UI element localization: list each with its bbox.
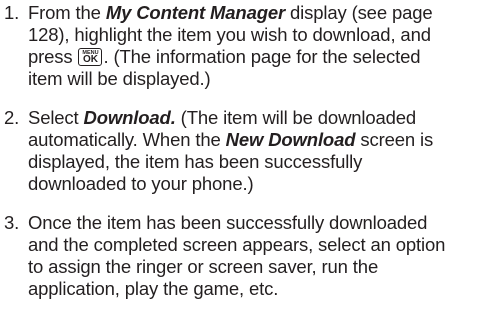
step-line: and the completed screen appears, select… bbox=[28, 234, 446, 255]
text-run: automatically. When the bbox=[28, 129, 226, 150]
step-line: From the My Content Manager display (see… bbox=[28, 2, 490, 24]
option-name-download: Download. bbox=[83, 107, 176, 128]
menu-name-my-content-manager: My Content Manager bbox=[105, 2, 286, 23]
step-line: displayed, the item has been successfull… bbox=[28, 151, 363, 172]
step-line: 128), highlight the item you wish to dow… bbox=[28, 24, 431, 45]
step-line: automatically. When the New Download scr… bbox=[28, 129, 490, 151]
step-number: 2. bbox=[4, 107, 20, 128]
instruction-page: 1. From the My Content Manager display (… bbox=[0, 0, 495, 309]
text-run: . (The information page for the selected bbox=[103, 46, 421, 67]
step-line: application, play the game, etc. bbox=[28, 278, 279, 299]
text-run: (The item will be downloaded bbox=[175, 107, 417, 128]
text-run: Select bbox=[28, 107, 84, 128]
step-line: Select Download. (The item will be downl… bbox=[28, 107, 490, 129]
text-run: From the bbox=[28, 2, 106, 23]
key-main-label: OK bbox=[82, 54, 98, 65]
screen-name-new-download: New Download bbox=[225, 129, 356, 150]
step-text: Once the item has been successfully down… bbox=[28, 212, 490, 300]
step-line: to assign the ringer or screen saver, ru… bbox=[28, 256, 379, 277]
menu-ok-key-icon: MENU OK bbox=[78, 48, 103, 66]
step-line: Once the item has been successfully down… bbox=[28, 212, 428, 233]
step-number: 3. bbox=[4, 212, 20, 233]
step-text: Select Download. (The item will be downl… bbox=[28, 107, 490, 195]
text-run: press bbox=[28, 46, 78, 67]
step-line: press MENU OK. (The information page for … bbox=[28, 46, 490, 68]
step-number: 1. bbox=[4, 2, 20, 23]
step-text: From the My Content Manager display (see… bbox=[28, 2, 490, 90]
text-run: display (see page bbox=[285, 2, 433, 23]
step-line: downloaded to your phone.) bbox=[28, 173, 254, 194]
text-run: screen is bbox=[355, 129, 434, 150]
step-line: item will be displayed.) bbox=[28, 68, 211, 89]
